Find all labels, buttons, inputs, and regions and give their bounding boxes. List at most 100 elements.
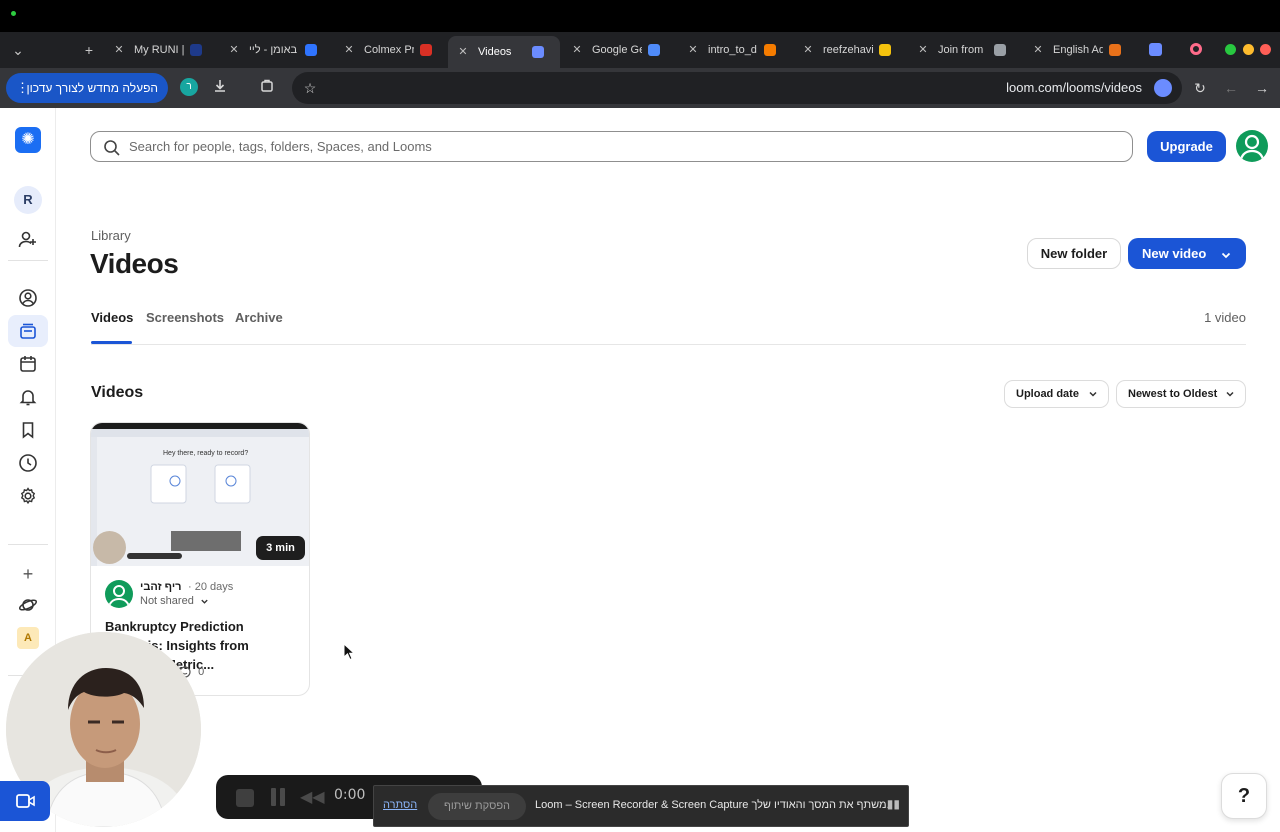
notifications-bell-icon[interactable] [16,385,40,409]
settings-gear-icon[interactable] [16,484,40,508]
tab-archive[interactable]: Archive [235,310,283,325]
upgrade-button[interactable]: Upgrade [1147,131,1226,162]
browser-tab-active[interactable]: ✕ Videos [448,36,560,68]
tab-favicon-icon [764,44,776,56]
invite-user-icon[interactable] [16,228,40,252]
record-tab-icon[interactable] [1190,43,1202,55]
drag-handle-icon[interactable]: ▮▮ [887,797,900,811]
search-icon [104,140,120,156]
tab-list-chevron-icon[interactable]: ⌄ [6,38,30,62]
browser-tab[interactable]: ✕ Colmex Pr [342,36,452,64]
profile-avatar[interactable]: ר [180,78,198,96]
browser-toolbar: ⋮ הפעלה מחדש לצורך עדכון ר ☆ loom.com/lo… [0,68,1280,108]
forward-arrow-icon[interactable]: → [1252,78,1272,98]
section-title: Videos [91,384,144,401]
relaunch-update-button[interactable]: ⋮ הפעלה מחדש לצורך עדכון [6,73,168,103]
back-arrow-icon[interactable]: ← [1221,78,1241,98]
browser-tab[interactable]: ✕ Join from [916,36,1026,64]
thumbnail-presenter-avatar [93,531,126,564]
tab-favicon-icon [532,46,544,58]
window-minimize-button[interactable] [1243,44,1254,55]
restart-recording-icon[interactable]: ◀◀ [300,787,325,807]
browser-tab[interactable]: ✕ באומן - ליי [227,36,337,64]
profile-icon[interactable] [16,286,40,310]
close-tab-icon[interactable]: ✕ [686,36,700,64]
pinned-tab-icon[interactable] [1149,43,1162,56]
screen-top-bar [0,0,1280,32]
kebab-menu-icon: ⋮ [16,80,29,95]
help-button[interactable]: ? [1221,773,1267,819]
search-placeholder: Search for people, tags, folders, Spaces… [129,139,432,154]
tab-favicon-icon [994,44,1006,56]
share-status-dropdown[interactable]: Not shared [140,595,209,607]
video-thumbnail[interactable]: Hey there, ready to record? 3 min [91,423,309,566]
new-folder-button[interactable]: New folder [1027,238,1121,269]
author-name[interactable]: ריף זהבי [140,581,182,593]
tab-favicon-icon [1109,44,1121,56]
page-title: Videos [90,248,179,279]
hide-share-bar-link[interactable]: הסתרה [383,799,417,811]
sort-field-dropdown[interactable]: Upload date [1004,380,1109,408]
record-video-tab[interactable] [0,781,50,821]
chevron-down-icon [1088,381,1098,407]
search-input[interactable]: Search for people, tags, folders, Spaces… [90,131,1133,162]
browser-tab[interactable]: ✕ Google Ge [570,36,680,64]
chevron-down-icon [1225,381,1235,407]
bookmark-icon[interactable] [16,418,40,442]
browser-tab[interactable]: ✕ reefzehavi [801,36,911,64]
thumbnail-heading: Hey there, ready to record? [163,450,249,457]
tab-favicon-icon [305,44,317,56]
tab-favicon-icon [648,44,660,56]
video-age: · 20 days [188,581,234,593]
browser-tab[interactable]: ✕ intro_to_d [686,36,796,64]
sort-order-dropdown[interactable]: Newest to Oldest [1116,380,1246,408]
close-tab-icon[interactable]: ✕ [1031,36,1045,64]
window-close-button[interactable] [1260,44,1271,55]
stop-recording-button[interactable] [236,789,254,807]
loom-extension-icon[interactable] [1154,79,1172,97]
mouse-cursor-icon [343,643,355,661]
loom-logo-icon[interactable]: ✺ [15,127,41,153]
address-bar[interactable]: ☆ loom.com/looms/videos [292,72,1182,104]
close-tab-icon[interactable]: ✕ [112,36,126,64]
tabs-divider [91,344,1246,345]
library-icon[interactable] [8,315,48,347]
author-avatar [105,580,133,608]
breadcrumb[interactable]: Library [91,228,131,243]
screen-share-notification: הסתרה הפסקת שיתוף Loom – Screen Recorder… [373,785,909,827]
extensions-icon[interactable] [257,78,277,98]
video-camera-icon [16,794,35,808]
explore-planet-icon[interactable] [16,593,40,617]
close-tab-icon[interactable]: ✕ [456,36,470,68]
chevron-down-icon [197,595,209,607]
window-maximize-button[interactable] [1225,44,1236,55]
close-tab-icon[interactable]: ✕ [227,36,241,64]
tab-screenshots[interactable]: Screenshots [146,310,224,325]
bookmark-star-icon[interactable]: ☆ [300,78,320,98]
close-tab-icon[interactable]: ✕ [570,36,584,64]
browser-tab[interactable]: ✕ English Ad [1031,36,1141,64]
stop-sharing-button[interactable]: הפסקת שיתוף [428,793,526,820]
new-video-button[interactable]: New video [1128,238,1246,269]
workspace-avatar-secondary[interactable]: A [17,627,39,649]
chevron-down-icon [1220,238,1232,269]
new-tab-button[interactable]: + [77,38,101,62]
workspace-avatar[interactable]: R [14,186,42,214]
tab-favicon-icon [190,44,202,56]
add-workspace-icon[interactable]: + [16,562,40,586]
browser-tab[interactable]: ✕ My RUNI | [112,36,222,64]
download-icon[interactable] [210,78,230,98]
recording-indicator-icon [11,11,16,16]
close-tab-icon[interactable]: ✕ [801,36,815,64]
user-avatar[interactable] [1236,130,1268,162]
video-count: 1 video [1204,310,1246,325]
tab-videos[interactable]: Videos [91,310,133,325]
pause-recording-button[interactable] [271,788,285,806]
close-tab-icon[interactable]: ✕ [916,36,930,64]
url-text: loom.com/looms/videos [1006,80,1142,95]
calendar-icon[interactable] [16,352,40,376]
reload-icon[interactable]: ↻ [1190,78,1210,98]
sidebar-divider [8,544,48,545]
history-clock-icon[interactable] [16,451,40,475]
close-tab-icon[interactable]: ✕ [342,36,356,64]
